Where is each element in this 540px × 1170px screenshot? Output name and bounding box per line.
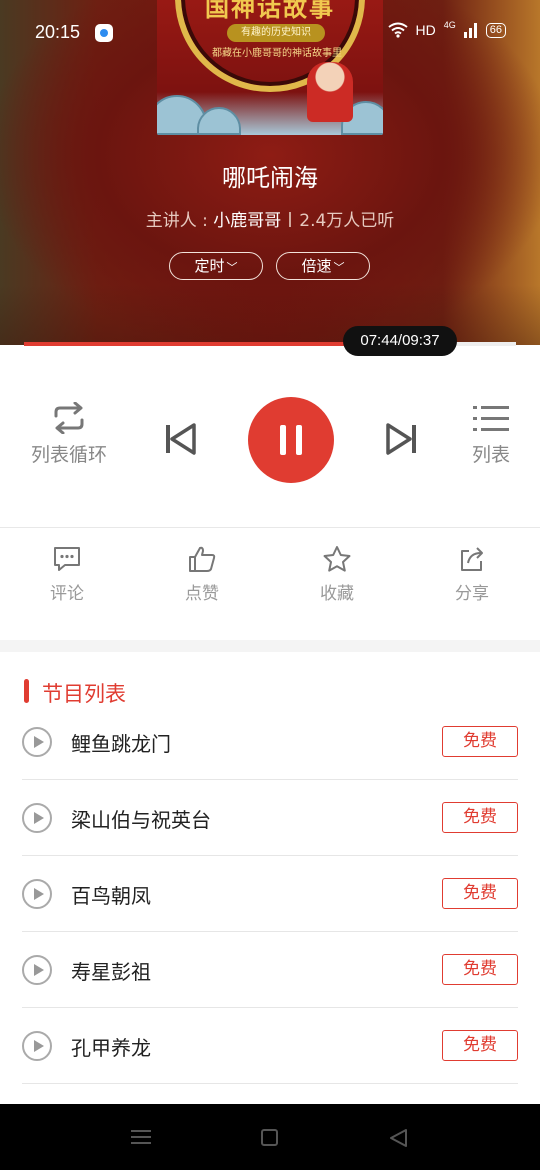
favorite-button[interactable]: 收藏: [302, 545, 372, 604]
play-circle-icon[interactable]: [22, 1031, 52, 1061]
share-button[interactable]: 分享: [437, 545, 507, 604]
status-time: 20:15: [35, 22, 81, 42]
speed-button[interactable]: 倍速 ﹀: [276, 252, 370, 280]
episode-row[interactable]: 孔甲养龙 免费: [22, 1008, 518, 1084]
free-badge: 免费: [442, 954, 518, 985]
playlist-label: 列表: [471, 444, 510, 466]
playlist-button[interactable]: 列表: [462, 404, 520, 467]
comment-icon: [54, 547, 80, 571]
back-icon[interactable]: [388, 1128, 408, 1148]
loop-mode-label: 列表循环: [30, 444, 107, 466]
play-circle-icon[interactable]: [22, 727, 52, 757]
free-badge: 免费: [442, 726, 518, 757]
favorite-label: 收藏: [320, 584, 354, 604]
episode-row[interactable]: 梁山伯与祝英台 免费: [22, 780, 518, 856]
wifi-icon: [387, 22, 408, 38]
meta-divider: [289, 212, 292, 227]
episode-title: 鲤鱼跳龙门: [71, 732, 171, 756]
comment-label: 评论: [50, 584, 84, 604]
section-spacer: [0, 640, 540, 652]
character-illustration: [307, 62, 353, 122]
status-indicators: HD 4G 66: [387, 20, 506, 38]
like-button[interactable]: 点赞: [167, 545, 237, 604]
track-title: 哪吒闹海: [222, 164, 318, 192]
chevron-down-icon: ﹀: [226, 261, 238, 274]
thumbs-up-icon: [189, 546, 216, 572]
signal-icon: [463, 23, 477, 38]
share-icon: [461, 547, 483, 571]
pause-icon: [280, 425, 286, 455]
episode-row[interactable]: 寿星彭祖 免费: [22, 932, 518, 1008]
system-navigation-bar: [0, 1104, 540, 1170]
repeat-icon: [54, 402, 84, 434]
skip-next-icon: [386, 423, 416, 455]
divider: [0, 527, 540, 528]
notification-app-icon: [95, 24, 113, 42]
status-bar: 20:15 HD 4G 66: [0, 0, 540, 66]
host-prefix: 主讲人 :: [145, 211, 214, 231]
pause-icon: [296, 425, 302, 455]
next-track-button[interactable]: [385, 422, 419, 456]
episode-title: 孔甲养龙: [71, 1036, 151, 1060]
like-label: 点赞: [185, 584, 219, 604]
hd-indicator: HD: [415, 22, 436, 38]
action-bar: 评论 点赞 收藏 分享: [0, 545, 540, 615]
play-circle-icon[interactable]: [22, 955, 52, 985]
timer-button[interactable]: 定时 ﹀: [169, 252, 263, 280]
comment-button[interactable]: 评论: [32, 545, 102, 604]
track-meta: 主讲人 : 小鹿哥哥 2.4万人已听: [0, 206, 540, 231]
signal-indicator: 4G: [443, 20, 456, 30]
free-badge: 免费: [442, 802, 518, 833]
episode-title: 寿星彭祖: [71, 960, 151, 984]
loop-mode-button[interactable]: 列表循环: [26, 402, 112, 467]
play-circle-icon[interactable]: [22, 803, 52, 833]
battery-indicator: 66: [485, 22, 506, 38]
free-badge: 免费: [442, 878, 518, 909]
chevron-down-icon: ﹀: [333, 261, 345, 274]
episode-title: 梁山伯与祝英台: [71, 808, 211, 832]
previous-track-button[interactable]: [163, 422, 197, 456]
host-name[interactable]: 小鹿哥哥: [213, 211, 281, 231]
speed-label: 倍速: [301, 257, 332, 275]
home-icon[interactable]: [261, 1129, 278, 1146]
progress-time-bubble[interactable]: 07:44/09:37: [343, 326, 457, 356]
list-icon: [473, 406, 509, 431]
episode-title: 百鸟朝凤: [71, 884, 151, 908]
free-badge: 免费: [442, 1030, 518, 1061]
play-circle-icon[interactable]: [22, 879, 52, 909]
recent-apps-icon[interactable]: [131, 1130, 151, 1144]
share-label: 分享: [455, 584, 489, 604]
skip-previous-icon: [166, 423, 196, 455]
timer-label: 定时: [194, 257, 225, 275]
player-header: 国神话故事 有趣的历史知识 都藏在小鹿哥哥的神话故事里 20:15 HD 4G …: [0, 0, 540, 345]
episode-row[interactable]: 鲤鱼跳龙门 免费: [22, 704, 518, 780]
episode-row[interactable]: 百鸟朝凤 免费: [22, 856, 518, 932]
pause-button[interactable]: [248, 397, 334, 483]
episode-list-heading: 节目列表: [24, 678, 126, 706]
listen-count: 2.4万人已听: [299, 211, 395, 231]
star-icon: [323, 546, 351, 572]
